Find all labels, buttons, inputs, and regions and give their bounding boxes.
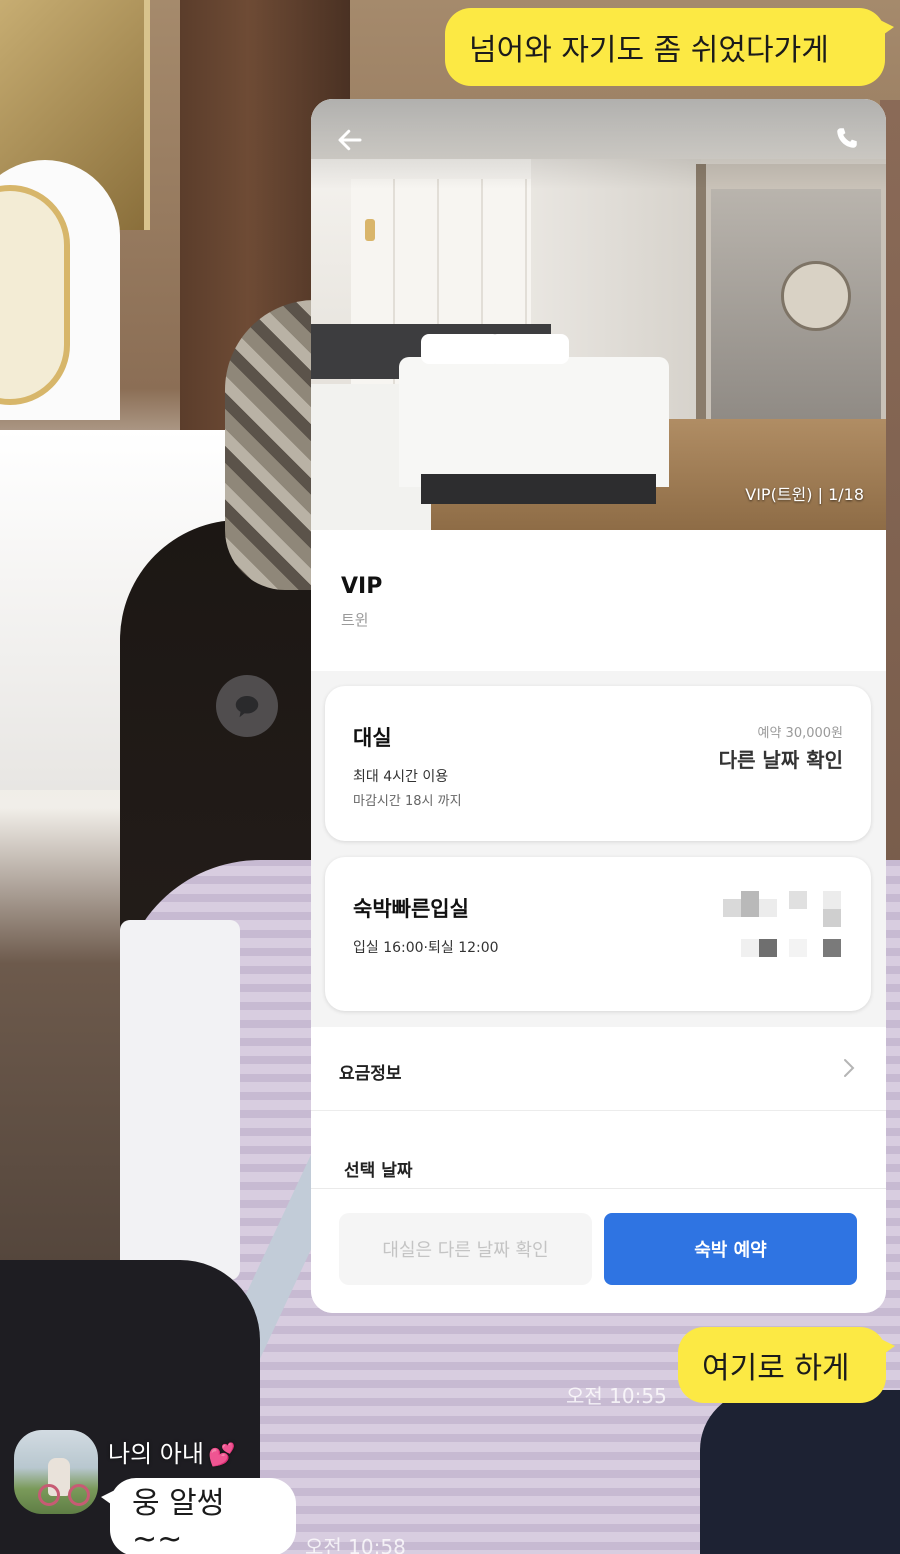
room-photo[interactable]: VIP(트윈) | 1/18 xyxy=(311,99,886,530)
chat-overlay-button[interactable] xyxy=(216,675,278,737)
phone-icon[interactable] xyxy=(834,125,860,151)
room-title: VIP xyxy=(341,574,383,599)
sender-name: 나의 아내 💕 xyxy=(108,1434,235,1469)
rent-unavailable-button: 대실은 다른 날짜 확인 xyxy=(339,1213,592,1285)
rate-info-label: 요금정보 xyxy=(339,1064,402,1084)
message-timestamp: 오전 10:55 xyxy=(566,1384,667,1408)
stay-option-card[interactable]: 숙박빠른입실 입실 16:00·퇴실 12:00 xyxy=(325,857,871,1011)
rent-duration: 최대 4시간 이용 xyxy=(353,769,449,785)
back-arrow-icon[interactable] xyxy=(335,125,365,155)
message-text: 여기로 하게 xyxy=(702,1351,850,1386)
rent-price-status: 다른 날짜 확인 xyxy=(718,748,843,772)
pixelated-price xyxy=(723,891,843,963)
message-text: 웅 알썽~~ xyxy=(132,1485,225,1554)
message-bubble-sent[interactable]: 넘어와 자기도 좀 쉬었다가게 xyxy=(445,8,894,86)
room-subtitle: 트윈 xyxy=(341,611,369,629)
chevron-right-icon xyxy=(844,1059,855,1077)
message-bubble-sent[interactable]: 여기로 하게 xyxy=(678,1327,895,1403)
stay-book-button[interactable]: 숙박 예약 xyxy=(604,1213,857,1285)
rent-option-card[interactable]: 대실 최대 4시간 이용 마감시간 18시 까지 예약 30,000원 다른 날… xyxy=(325,686,871,841)
sender-name-text: 나의 아내 xyxy=(108,1440,204,1468)
message-bubble-received[interactable]: 웅 알썽~~ xyxy=(101,1478,296,1554)
rent-title: 대실 xyxy=(353,726,392,750)
message-text: 넘어와 자기도 좀 쉬었다가게 xyxy=(469,33,829,68)
rent-deadline: 마감시간 18시 까지 xyxy=(353,794,462,809)
rent-price-note: 예약 30,000원 xyxy=(757,726,844,741)
message-timestamp: 오전 10:58 xyxy=(305,1535,406,1554)
speech-bubble-icon xyxy=(235,696,259,718)
shared-room-screenshot[interactable]: VIP(트윈) | 1/18 VIP 트윈 대실 최대 4시간 이용 마감시간 … xyxy=(311,99,886,1313)
rate-info-row[interactable]: 요금정보 xyxy=(311,1027,886,1111)
heart-icon: 💕 xyxy=(207,1443,236,1468)
photo-counter: VIP(트윈) | 1/18 xyxy=(745,485,864,504)
avatar[interactable] xyxy=(14,1430,98,1514)
stay-checkin-time: 입실 16:00·퇴실 12:00 xyxy=(353,940,499,956)
selected-date-label: 선택 날짜 xyxy=(344,1161,413,1181)
booking-action-bar: 대실은 다른 날짜 확인 숙박 예약 xyxy=(311,1188,886,1313)
stay-title: 숙박빠른입실 xyxy=(353,897,469,921)
